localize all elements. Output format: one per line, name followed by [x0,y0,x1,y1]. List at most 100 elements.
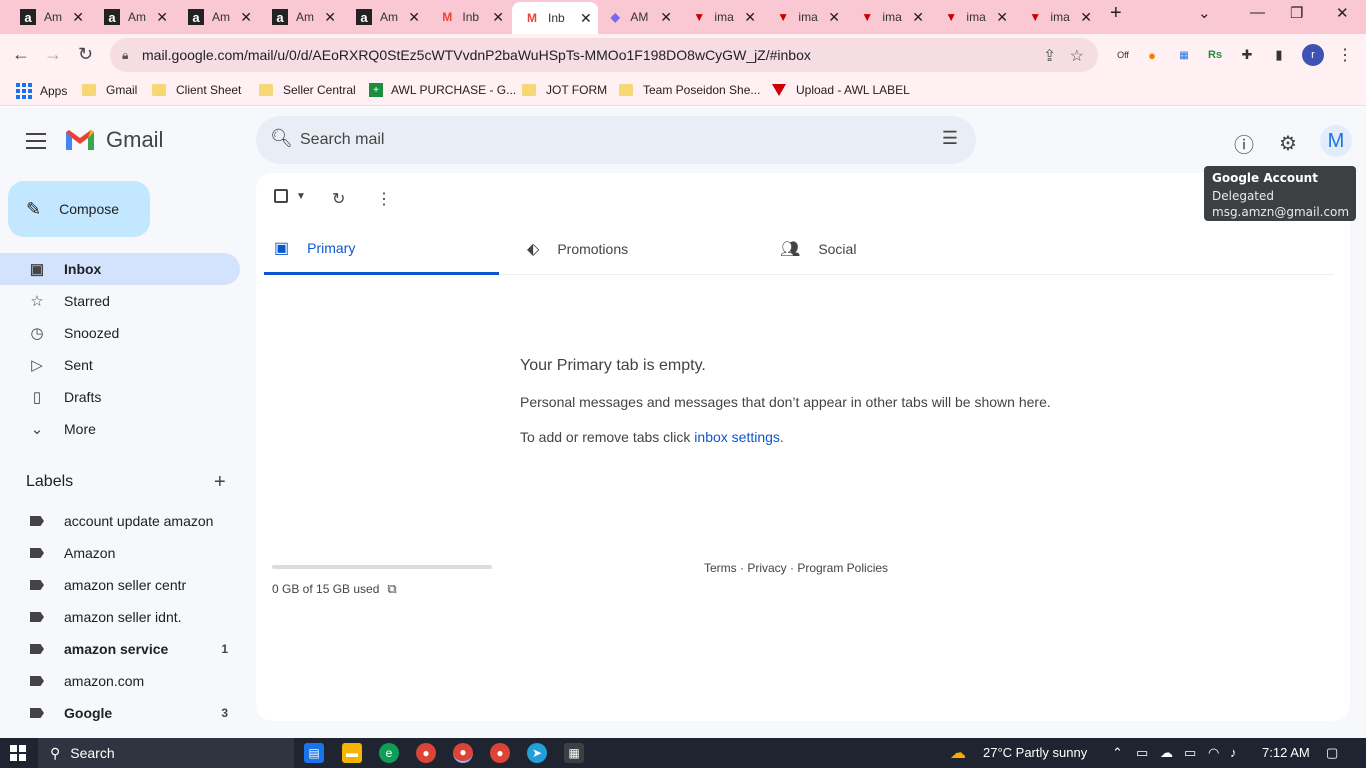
side-panel-icon[interactable]: ▮ [1270,46,1288,64]
label-item[interactable]: account update amazon [0,505,240,537]
bookmark-awl-purchase[interactable]: + AWL PURCHASE - G... [369,83,516,97]
label-item[interactable]: Amazon [0,537,240,569]
file-explorer-icon[interactable]: ▬ [342,743,362,763]
tab-search-chevron-icon[interactable]: ⌄ [1198,4,1211,22]
sidebar-item-drafts[interactable]: ▯ Drafts [0,381,240,413]
main-menu-icon[interactable] [26,133,46,154]
sidebar-item-more[interactable]: ⌄ More [0,413,240,445]
close-icon[interactable]: ✕ [660,9,672,26]
weather-icon[interactable]: ☁ [950,743,966,763]
extension-off-icon[interactable]: Off [1114,46,1132,64]
extensions-puzzle-icon[interactable]: ✚ [1238,46,1256,64]
close-icon[interactable]: ✕ [1080,9,1092,26]
close-icon[interactable]: ✕ [828,9,840,26]
back-icon[interactable]: ← [12,44,30,65]
weather-label[interactable]: 27°C Partly sunny [983,745,1087,760]
windows-start-icon[interactable] [10,745,26,761]
calculator-icon[interactable]: ▦ [564,743,584,763]
external-link-icon[interactable]: ⧉ [387,581,396,597]
browser-tab[interactable]: a Am ✕ [84,4,168,30]
browser-tab[interactable]: ◆ AM ✕ [588,4,672,30]
search-input[interactable] [300,126,900,154]
label-item[interactable]: amazon.com [0,665,240,697]
bookmark-apps[interactable]: Apps [16,83,67,99]
tray-device-icon[interactable]: ▭ [1136,745,1148,761]
telegram-icon[interactable]: ➤ [527,743,547,763]
address-url[interactable]: mail.google.com/mail/u/0/d/AEoRXRQ0StEz5… [142,47,811,63]
label-item[interactable]: amazon seller idnt. [0,601,240,633]
tab-primary[interactable]: ▣ Primary [264,223,499,275]
help-icon[interactable]: ⓘ [1232,131,1256,157]
more-options-icon[interactable]: ⋮ [376,189,392,209]
close-icon[interactable]: ✕ [744,9,756,26]
select-all-checkbox[interactable] [274,189,288,203]
select-dropdown-icon[interactable]: ▼ [296,191,306,202]
bookmark-jot-form[interactable]: JOT FORM [522,83,607,97]
bookmark-team-poseidon[interactable]: Team Poseidon She... [619,83,760,97]
gmail-logo[interactable]: Gmail [64,127,163,153]
tray-chevron-icon[interactable]: ⌃ [1112,745,1123,761]
bookmark-seller-central[interactable]: Seller Central [259,83,356,97]
browser-tab[interactable]: ▼ ima ✕ [672,4,756,30]
extension-orange-icon[interactable]: ● [1143,46,1161,64]
close-icon[interactable]: ✕ [408,9,420,26]
wifi-icon[interactable]: ◠ [1208,745,1219,761]
browser-tab[interactable]: ▼ ima ✕ [924,4,1008,30]
browser-tab-active[interactable]: M Inb ✕ [512,2,598,34]
browser-tab[interactable]: ▼ ima ✕ [840,4,924,30]
sidebar-item-starred[interactable]: ☆ Starred [0,285,240,317]
search-icon[interactable]: 🔍︎ [270,128,293,149]
bookmark-gmail[interactable]: Gmail [82,83,137,97]
store-icon[interactable]: ▤ [304,743,324,763]
extension-rs-icon[interactable]: Rs [1206,46,1224,64]
extension-fba-icon[interactable]: ▦ [1175,46,1193,64]
onedrive-icon[interactable]: ☁ [1160,745,1173,761]
minimize-icon[interactable]: — [1250,4,1265,21]
volume-icon[interactable]: ♪ [1230,745,1237,760]
chrome-icon[interactable]: ● [416,743,436,763]
sidebar-item-sent[interactable]: ▷ Sent [0,349,240,381]
profile-avatar[interactable]: r [1302,44,1324,66]
close-icon[interactable]: ✕ [324,9,336,26]
restore-icon[interactable]: ❐ [1290,4,1303,22]
battery-icon[interactable]: ▭ [1184,745,1196,761]
chrome-profile-icon[interactable]: ● [490,743,510,763]
account-avatar[interactable]: M [1320,125,1352,157]
new-tab-icon[interactable]: + [1110,2,1122,25]
browser-tab[interactable]: ▼ ima ✕ [756,4,840,30]
forward-icon[interactable]: → [44,44,62,65]
browser-tab[interactable]: a Am ✕ [168,4,252,30]
close-icon[interactable]: ✕ [912,9,924,26]
sidebar-item-inbox[interactable]: ▣ Inbox [0,253,240,285]
browser-tab[interactable]: a Am ✕ [252,4,336,30]
chrome-active-icon[interactable]: ● [453,743,473,763]
footer-links[interactable]: Terms · Privacy · Program Policies [704,561,888,575]
browser-menu-icon[interactable]: ⋮ [1336,46,1354,64]
search-options-icon[interactable]: ☰ [942,128,958,149]
close-icon[interactable]: ✕ [240,9,252,26]
compose-button[interactable]: ✎ Compose [8,181,150,237]
window-close-icon[interactable]: ✕ [1336,4,1349,22]
close-icon[interactable]: ✕ [996,9,1008,26]
tab-promotions[interactable]: ⬖ Promotions [517,223,752,275]
refresh-icon[interactable]: ↻ [332,189,345,209]
share-star-icons[interactable]: ⇪ ☆ [1043,46,1084,66]
reload-icon[interactable]: ↻ [78,44,93,65]
label-item[interactable]: amazon seller centr [0,569,240,601]
close-icon[interactable]: ✕ [72,9,84,26]
address-bar[interactable]: 🔒︎ mail.google.com/mail/u/0/d/AEoRXRQ0St… [110,38,1098,72]
lock-icon[interactable]: 🔒︎ [122,48,128,63]
clock-time[interactable]: 7:12 AM [1262,745,1310,760]
label-item[interactable]: Google 3 [0,697,240,729]
inbox-settings-link[interactable]: inbox settings [694,429,780,445]
label-item[interactable]: amazon service 1 [0,633,240,665]
add-label-icon[interactable]: + [214,471,226,494]
browser-tab[interactable]: a Am ✕ [336,4,420,30]
sidebar-item-snoozed[interactable]: ◷ Snoozed [0,317,240,349]
close-icon[interactable]: ✕ [156,9,168,26]
close-icon[interactable]: ✕ [492,9,504,26]
browser-tab[interactable]: a Am ✕ [0,4,84,30]
browser-tab[interactable]: M Inb ✕ [420,4,504,30]
notifications-icon[interactable]: ▢ [1326,745,1338,761]
tab-social[interactable]: 👥︎ Social [770,223,1005,275]
